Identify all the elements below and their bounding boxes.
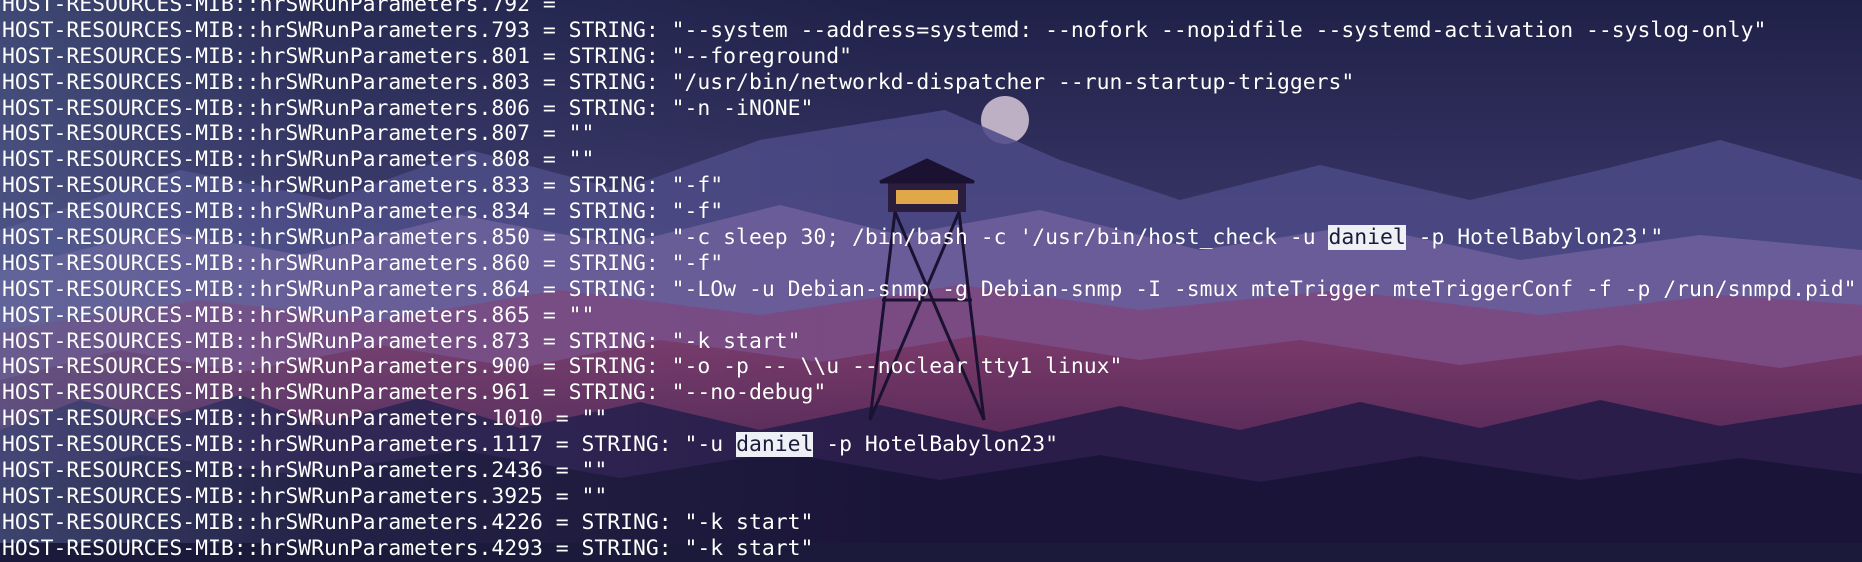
terminal-line: HOST-RESOURCES-MIB::hrSWRunParameters.80… [2,121,1862,147]
terminal-text: HOST-RESOURCES-MIB::hrSWRunParameters.80… [2,69,1355,95]
terminal-text: HOST-RESOURCES-MIB::hrSWRunParameters.42… [2,509,814,535]
terminal-line: HOST-RESOURCES-MIB::hrSWRunParameters.42… [2,510,1862,536]
terminal-text: HOST-RESOURCES-MIB::hrSWRunParameters.86… [2,276,1857,302]
terminal-line: HOST-RESOURCES-MIB::hrSWRunParameters.86… [2,277,1862,303]
terminal-text: HOST-RESOURCES-MIB::hrSWRunParameters.90… [2,354,1123,380]
search-highlight: daniel [736,432,814,458]
terminal-line: HOST-RESOURCES-MIB::hrSWRunParameters.80… [2,70,1862,96]
terminal-text: -p HotelBabylon23" [813,432,1059,458]
terminal-line: HOST-RESOURCES-MIB::hrSWRunParameters.86… [2,303,1862,329]
terminal-text: HOST-RESOURCES-MIB::hrSWRunParameters.80… [2,43,852,69]
terminal-text: HOST-RESOURCES-MIB::hrSWRunParameters.83… [2,173,724,199]
search-highlight: daniel [1328,225,1406,251]
terminal-line: HOST-RESOURCES-MIB::hrSWRunParameters.83… [2,199,1862,225]
terminal-text: HOST-RESOURCES-MIB::hrSWRunParameters.79… [2,0,569,17]
terminal-text: HOST-RESOURCES-MIB::hrSWRunParameters.10… [2,406,608,432]
terminal-text: HOST-RESOURCES-MIB::hrSWRunParameters.87… [2,328,801,354]
terminal-line: HOST-RESOURCES-MIB::hrSWRunParameters.80… [2,147,1862,173]
terminal-text: HOST-RESOURCES-MIB::hrSWRunParameters.96… [2,380,827,406]
terminal-line: HOST-RESOURCES-MIB::hrSWRunParameters.83… [2,173,1862,199]
terminal-line: HOST-RESOURCES-MIB::hrSWRunParameters.24… [2,458,1862,484]
terminal-line: HOST-RESOURCES-MIB::hrSWRunParameters.80… [2,44,1862,70]
terminal-line: HOST-RESOURCES-MIB::hrSWRunParameters.96… [2,380,1862,406]
terminal-text: HOST-RESOURCES-MIB::hrSWRunParameters.83… [2,199,724,225]
terminal-text: HOST-RESOURCES-MIB::hrSWRunParameters.80… [2,95,814,121]
terminal-text: HOST-RESOURCES-MIB::hrSWRunParameters.80… [2,147,595,173]
terminal-text: HOST-RESOURCES-MIB::hrSWRunParameters.85… [2,225,1329,251]
terminal-text: HOST-RESOURCES-MIB::hrSWRunParameters.86… [2,250,724,276]
terminal-text: HOST-RESOURCES-MIB::hrSWRunParameters.42… [2,535,814,561]
terminal-text: HOST-RESOURCES-MIB::hrSWRunParameters.24… [2,458,608,484]
terminal-line: HOST-RESOURCES-MIB::hrSWRunParameters.80… [2,96,1862,122]
terminal-line: HOST-RESOURCES-MIB::hrSWRunParameters.90… [2,354,1862,380]
terminal-text: HOST-RESOURCES-MIB::hrSWRunParameters.86… [2,302,595,328]
terminal-line: HOST-RESOURCES-MIB::hrSWRunParameters.87… [2,329,1862,355]
terminal-text: HOST-RESOURCES-MIB::hrSWRunParameters.80… [2,121,595,147]
terminal-text: HOST-RESOURCES-MIB::hrSWRunParameters.79… [2,17,1767,43]
terminal-line: HOST-RESOURCES-MIB::hrSWRunParameters.10… [2,406,1862,432]
terminal-line: HOST-RESOURCES-MIB::hrSWRunParameters.79… [2,18,1862,44]
terminal-line: HOST-RESOURCES-MIB::hrSWRunParameters.79… [2,0,1862,18]
terminal-text: HOST-RESOURCES-MIB::hrSWRunParameters.11… [2,432,737,458]
terminal-line: HOST-RESOURCES-MIB::hrSWRunParameters.39… [2,484,1862,510]
terminal-line: HOST-RESOURCES-MIB::hrSWRunParameters.11… [2,432,1862,458]
terminal-line: HOST-RESOURCES-MIB::hrSWRunParameters.42… [2,536,1862,562]
terminal-line: HOST-RESOURCES-MIB::hrSWRunParameters.86… [2,251,1862,277]
terminal-line: HOST-RESOURCES-MIB::hrSWRunParameters.85… [2,225,1862,251]
terminal-text: HOST-RESOURCES-MIB::hrSWRunParameters.39… [2,483,608,509]
terminal-output[interactable]: HOST-RESOURCES-MIB::hrSWRunParameters.79… [0,0,1862,562]
terminal-text: -p HotelBabylon23'" [1405,225,1664,251]
